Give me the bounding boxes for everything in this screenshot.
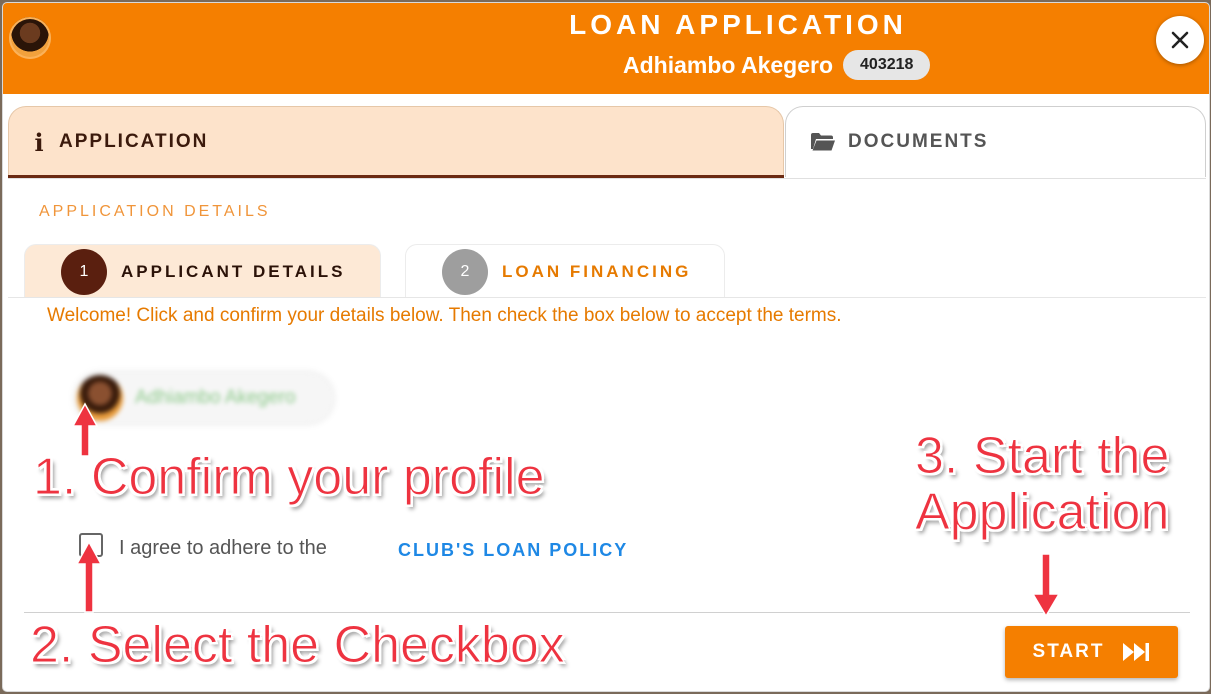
annotation-start-application: 3. Start the Application xyxy=(914,427,1170,541)
member-name: Adhiambo Akegero xyxy=(623,51,834,78)
annotation-confirm-profile: 1. Confirm your profile xyxy=(33,448,546,507)
step-number: 1 xyxy=(61,248,107,295)
section-heading: APPLICATION DETAILS xyxy=(39,203,271,220)
info-icon: i xyxy=(34,127,44,157)
fast-forward-icon xyxy=(1123,643,1150,661)
agree-label: I agree to adhere to the xyxy=(119,537,327,559)
dialog-title: LOAN APPLICATION xyxy=(569,9,907,40)
dialog-header: LOAN APPLICATION Adhiambo Akegero 403218 xyxy=(3,3,1209,94)
start-button[interactable]: START xyxy=(1005,626,1178,678)
step-applicant-details[interactable]: 1 APPLICANT DETAILS xyxy=(24,244,381,298)
loan-application-dialog: LOAN APPLICATION Adhiambo Akegero 403218… xyxy=(3,3,1209,691)
tab-application-label: APPLICATION xyxy=(59,131,209,152)
start-label: START xyxy=(1032,641,1105,662)
arrow-down-icon xyxy=(1031,553,1061,618)
profile-chip[interactable]: Adhiambo Akegero xyxy=(75,373,333,423)
member-info: Adhiambo Akegero 403218 xyxy=(623,49,931,81)
annotation-select-checkbox: 2. Select the Checkbox xyxy=(30,616,566,675)
stepper-divider xyxy=(8,297,1206,298)
profile-name: Adhiambo Akegero xyxy=(135,387,296,408)
loan-policy-link[interactable]: CLUB'S LOAN POLICY xyxy=(398,540,628,561)
annotation-line: 3. Start the xyxy=(914,427,1170,485)
tab-divider xyxy=(8,178,1206,179)
folder-open-icon xyxy=(811,133,835,151)
close-button[interactable] xyxy=(1156,16,1204,64)
arrow-up-icon xyxy=(75,540,103,613)
tab-documents[interactable]: DOCUMENTS xyxy=(785,106,1206,177)
user-avatar xyxy=(9,17,51,59)
step-number: 2 xyxy=(442,248,488,295)
close-icon xyxy=(1171,31,1189,49)
arrow-up-icon xyxy=(71,402,99,457)
welcome-message: Welcome! Click and confirm your details … xyxy=(47,305,842,326)
step-loan-financing[interactable]: 2 LOAN FINANCING xyxy=(405,244,725,298)
tab-application[interactable]: i APPLICATION xyxy=(8,106,784,177)
footer-divider xyxy=(24,612,1190,613)
step-label: APPLICANT DETAILS xyxy=(121,261,346,281)
tab-documents-label: DOCUMENTS xyxy=(848,131,989,152)
annotation-line: Application xyxy=(914,483,1170,541)
step-label: LOAN FINANCING xyxy=(502,261,692,281)
member-id-badge: 403218 xyxy=(843,50,931,80)
